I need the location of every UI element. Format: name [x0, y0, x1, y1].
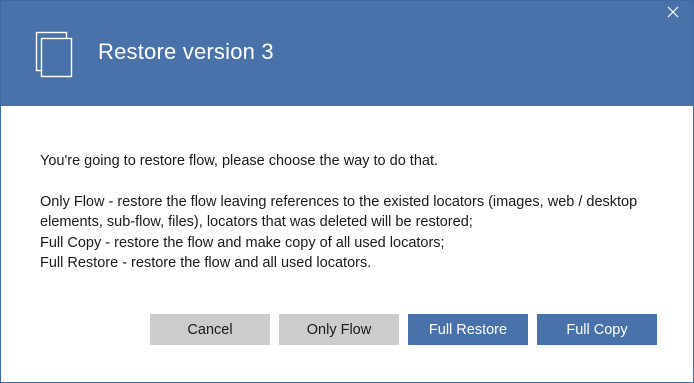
- message-line: Full Copy - restore the flow and make co…: [40, 234, 445, 251]
- cancel-button[interactable]: Cancel: [150, 314, 270, 345]
- dialog-header: Restore version 3: [1, 1, 693, 106]
- dialog-title: Restore version 3: [98, 39, 274, 64]
- message-intro: You're going to restore flow, please cho…: [40, 153, 439, 169]
- full-restore-button[interactable]: Full Restore: [408, 314, 528, 345]
- message-line: Only Flow - restore the flow leaving ref…: [40, 193, 638, 210]
- only-flow-button[interactable]: Only Flow: [279, 314, 399, 345]
- dialog-message: You're going to restore flow, please cho…: [40, 151, 670, 274]
- message-line: Full Restore - restore the flow and all …: [40, 255, 372, 271]
- dialog-buttons: Cancel Only Flow Full Restore Full Copy: [150, 314, 657, 345]
- close-button[interactable]: [659, 3, 687, 25]
- full-copy-button[interactable]: Full Copy: [537, 314, 657, 345]
- message-line: elements, sub-flow, files), locators tha…: [40, 214, 473, 230]
- restore-dialog: Restore version 3 You're going to restor…: [0, 0, 694, 383]
- document-copy-icon: [35, 31, 75, 79]
- close-icon: [667, 5, 679, 23]
